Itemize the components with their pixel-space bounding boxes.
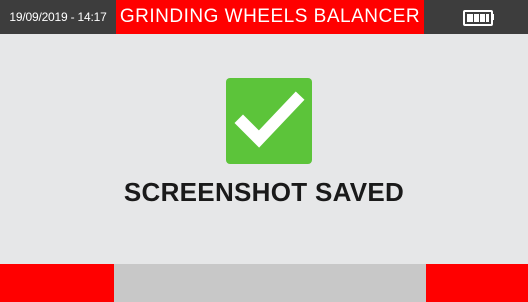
- softkey-right-button[interactable]: [426, 264, 528, 302]
- battery-tip: [491, 14, 494, 20]
- status-message: SCREENSHOT SAVED: [123, 177, 405, 207]
- battery-icon: [463, 10, 493, 26]
- battery-segment-divider: [485, 14, 486, 22]
- checkmark-glyph: [234, 91, 305, 148]
- softkey-middle-button[interactable]: [114, 264, 426, 302]
- softkey-bar: [0, 264, 528, 302]
- battery-indicator: [424, 0, 528, 34]
- datetime-label: 19/09/2019 - 14:17: [9, 10, 107, 24]
- battery-segment-divider: [479, 14, 480, 22]
- battery-segment-divider: [473, 14, 474, 22]
- softkey-left-button[interactable]: [0, 264, 114, 302]
- app-title: GRINDING WHEELS BALANCER: [116, 0, 424, 34]
- checkmark-icon: [226, 78, 312, 164]
- status-bar: 19/09/2019 - 14:17 GRINDING WHEELS BALAN…: [0, 0, 528, 34]
